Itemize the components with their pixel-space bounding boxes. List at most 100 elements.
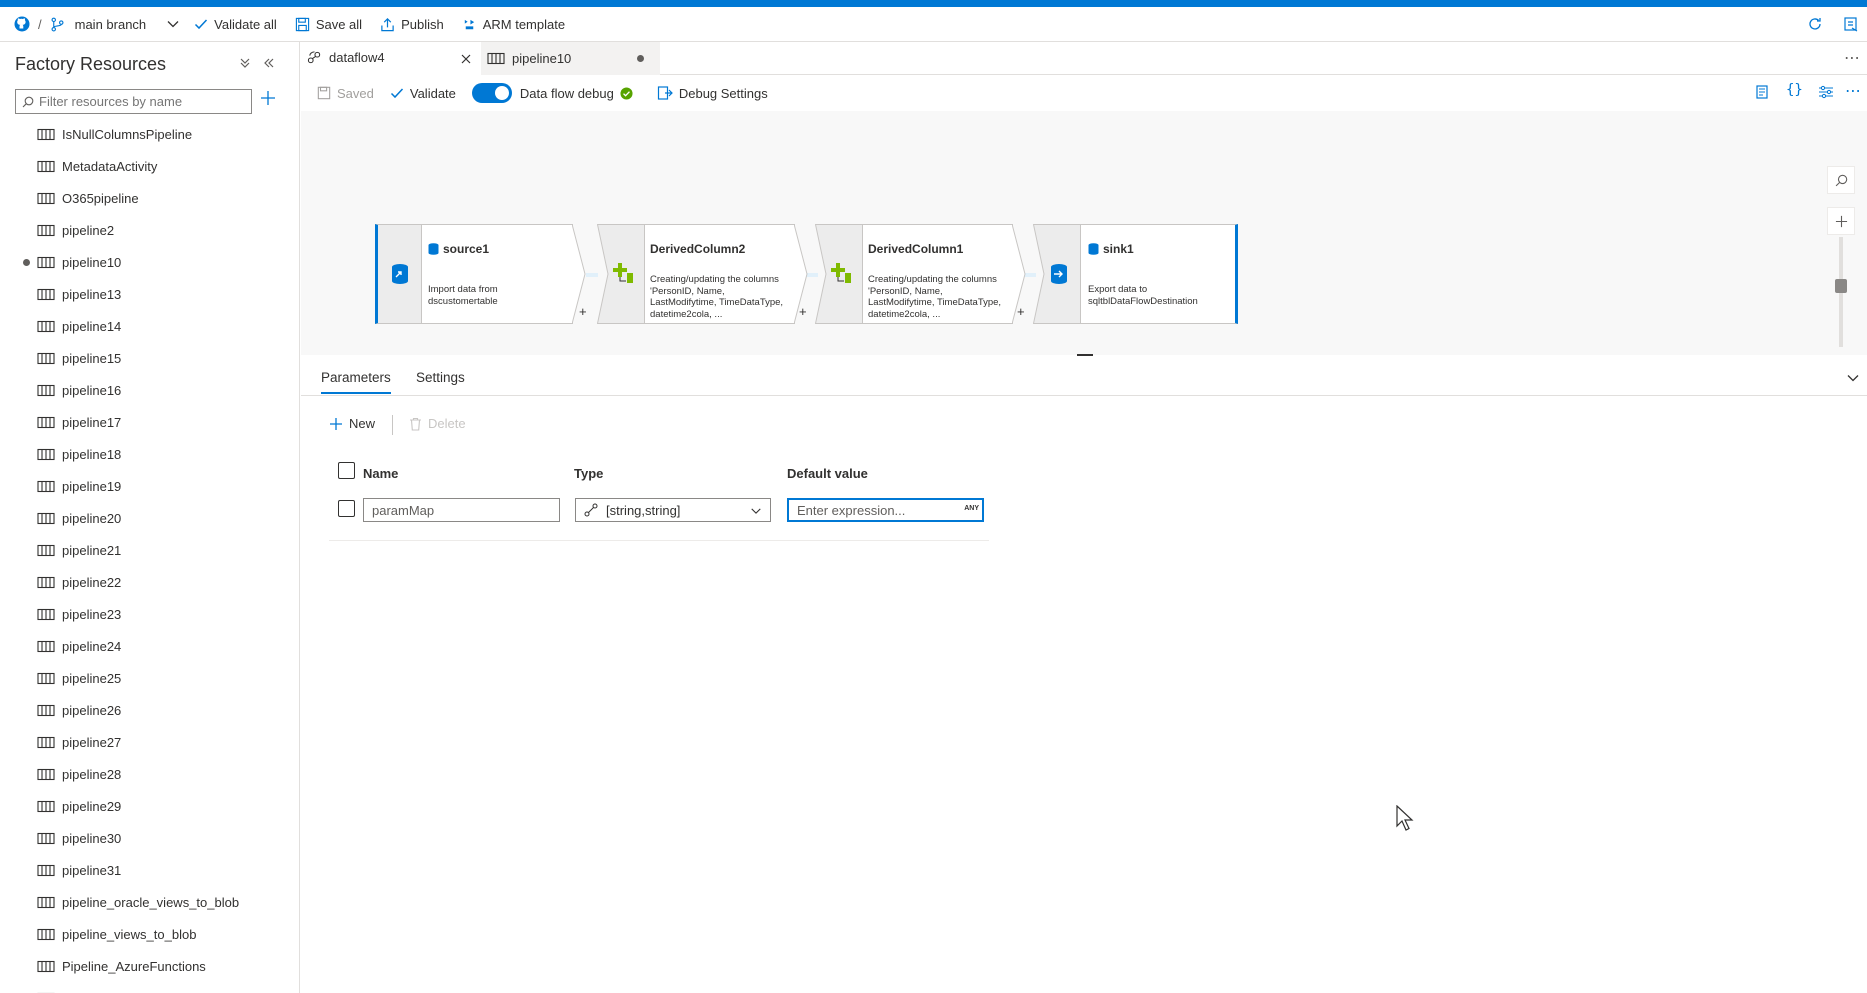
pipeline-icon [37, 672, 55, 685]
canvas-search-button[interactable] [1827, 166, 1855, 194]
pipeline-icon [37, 928, 55, 941]
new-parameter-button[interactable]: New [329, 416, 375, 431]
derivedcolumn2-node[interactable]: DerivedColumn2 Creating/updating the col… [597, 224, 808, 324]
resource-item[interactable]: pipeline2 [0, 214, 299, 246]
validate-all-button[interactable]: Validate all [194, 17, 277, 32]
script-icon[interactable] [1754, 84, 1770, 103]
resource-item[interactable]: pipeline20 [0, 502, 299, 534]
plus-icon [330, 417, 342, 430]
resource-item[interactable]: pipeline28 [0, 758, 299, 790]
resource-item[interactable]: pipeline30 [0, 822, 299, 854]
mouse-cursor-icon [1396, 805, 1414, 831]
resource-item[interactable]: pipeline14 [0, 310, 299, 342]
resource-item[interactable]: pipeline15 [0, 342, 299, 374]
source1-node[interactable]: source1 Import data from dscustomertable… [375, 224, 587, 324]
resource-item[interactable]: pipeline18 [0, 438, 299, 470]
resource-item[interactable]: pipeline16 [0, 374, 299, 406]
resource-item[interactable]: pipeline31 [0, 854, 299, 886]
resource-item-label: Pipeline_AzureFunctions [62, 958, 206, 974]
collapse-all-icon[interactable] [238, 56, 252, 73]
parameter-name-input[interactable]: paramMap [363, 498, 560, 522]
row-checkbox[interactable] [338, 500, 355, 517]
debug-toggle-switch[interactable] [471, 83, 512, 103]
resource-item-label: pipeline20 [62, 510, 122, 526]
delete-parameter-button[interactable]: Delete [409, 416, 466, 431]
resource-item[interactable]: pipeline_views_to_blob [0, 918, 299, 950]
resource-item[interactable]: pipeline13 [0, 278, 299, 310]
resource-item[interactable]: pipeline17 [0, 406, 299, 438]
resource-item-label: pipeline24 [62, 638, 122, 654]
source-handle [375, 224, 422, 324]
pipeline-icon [37, 768, 55, 781]
resource-item[interactable]: Pipeline_AzureFunctions [0, 950, 299, 982]
dataflow-canvas[interactable]: source1 Import data from dscustomertable… [301, 111, 1867, 355]
resource-item[interactable]: IsNullColumnsPipeline [0, 118, 299, 150]
resource-item[interactable]: O365pipeline [0, 182, 299, 214]
arm-template-label: ARM template [482, 16, 566, 32]
map-type-icon [584, 503, 598, 517]
debug-settings-button[interactable]: Debug Settings [657, 85, 768, 101]
path-separator: / [38, 16, 42, 32]
close-icon[interactable] [461, 54, 471, 64]
column-header-type: Type [574, 466, 604, 481]
more-options-icon[interactable]: ⋯ [1844, 48, 1861, 68]
validate-button[interactable]: Validate [390, 86, 456, 101]
tab-label: pipeline10 [512, 51, 572, 66]
resource-item[interactable]: pipeline29 [0, 790, 299, 822]
save-all-button[interactable]: Save all [295, 17, 362, 32]
add-transform-icon[interactable]: + [1017, 304, 1025, 319]
select-all-checkbox[interactable] [338, 462, 355, 479]
resource-item[interactable]: pipeline23 [0, 598, 299, 630]
chevron-down-icon[interactable] [166, 17, 180, 31]
collapse-panel-chevron-icon[interactable] [1846, 371, 1860, 385]
resource-item-label: pipeline27 [62, 734, 122, 750]
resource-item[interactable]: MetadataActivity [0, 150, 299, 182]
refresh-icon[interactable] [1807, 16, 1823, 35]
resource-item[interactable]: pipeline25 [0, 662, 299, 694]
collapse-panel-icon[interactable] [262, 56, 276, 73]
zoom-slider-thumb[interactable] [1835, 279, 1847, 293]
properties-icon[interactable] [1818, 84, 1834, 103]
resource-item[interactable]: PipelineBlobToDW [0, 982, 299, 993]
resource-item-label: pipeline22 [62, 574, 122, 590]
sink1-node[interactable]: sink1 Export data to sqltblDataFlowDesti… [1033, 224, 1239, 324]
pipeline-icon [37, 384, 55, 397]
resource-item-label: pipeline26 [62, 702, 122, 718]
resource-item[interactable]: pipeline10 [0, 246, 299, 278]
tab-pipeline10[interactable]: pipeline10 [481, 42, 660, 75]
branch-selector[interactable]: main branch [50, 17, 181, 32]
add-transform-icon[interactable]: + [579, 304, 587, 319]
resource-item[interactable]: pipeline22 [0, 566, 299, 598]
tab-parameters[interactable]: Parameters [321, 370, 391, 394]
resource-item-label: O365pipeline [62, 190, 139, 206]
add-resource-icon[interactable] [260, 90, 276, 110]
data-flow-debug-toggle[interactable]: Data flow debug [471, 83, 633, 103]
zoom-in-button[interactable] [1827, 207, 1855, 235]
default-value-input[interactable]: Enter expression... ANY [787, 498, 984, 522]
pipeline-icon [37, 608, 55, 621]
validate-label: Validate [409, 85, 456, 101]
debug-settings-label: Debug Settings [678, 85, 768, 101]
resource-item[interactable]: pipeline_oracle_views_to_blob [0, 886, 299, 918]
tab-settings[interactable]: Settings [416, 370, 465, 385]
publish-button[interactable]: Publish [380, 17, 444, 32]
github-icon[interactable] [14, 16, 30, 32]
derivedcolumn1-node[interactable]: DerivedColumn1 Creating/updating the col… [815, 224, 1026, 324]
resource-item[interactable]: pipeline27 [0, 726, 299, 758]
add-transform-icon[interactable]: + [799, 304, 807, 319]
pipeline-icon [37, 576, 55, 589]
discard-icon[interactable] [1843, 16, 1859, 35]
parameter-type-select[interactable]: [string,string] [575, 498, 771, 522]
saved-status: Saved [317, 86, 374, 101]
tab-dataflow4[interactable]: dataflow4 [301, 42, 481, 75]
code-icon[interactable]: {} [1786, 82, 1803, 98]
filter-resources-input[interactable] [39, 94, 239, 109]
more-actions-icon[interactable]: ⋯ [1845, 81, 1861, 101]
resource-item[interactable]: pipeline26 [0, 694, 299, 726]
resource-item[interactable]: pipeline19 [0, 470, 299, 502]
resource-item[interactable]: pipeline21 [0, 534, 299, 566]
debug-label: Data flow debug [519, 85, 614, 101]
arm-template-button[interactable]: ARM template [462, 17, 565, 32]
column-header-default: Default value [787, 466, 868, 481]
resource-item[interactable]: pipeline24 [0, 630, 299, 662]
